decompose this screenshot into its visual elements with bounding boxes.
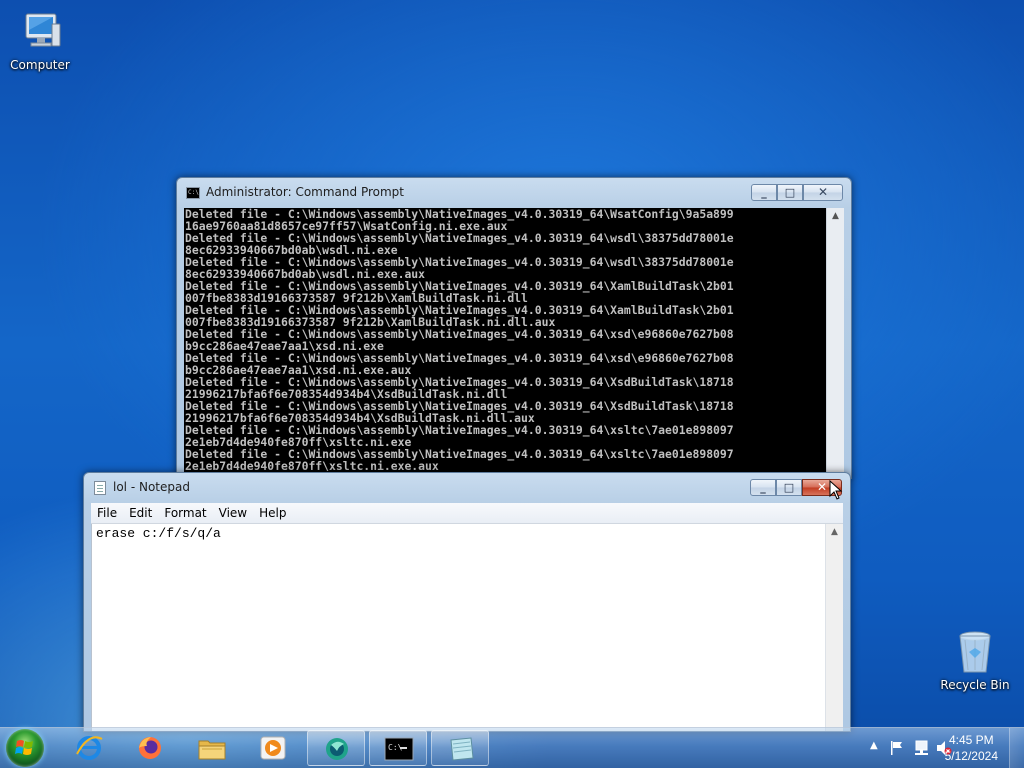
clock[interactable]: 4:45 PM 5/12/2024	[945, 732, 998, 764]
windows-logo-icon	[15, 740, 33, 755]
notepad-window[interactable]: lol - Notepad _ □ ✕ File Edit Format Vie…	[83, 472, 851, 732]
desktop-icon-label: Computer	[10, 58, 70, 72]
vertical-scrollbar[interactable]: ▲	[825, 524, 843, 731]
clock-date: 5/12/2024	[944, 749, 998, 763]
taskbar: C:\ ▲ 4:45 PM 5/12/2024	[0, 727, 1024, 768]
internet-explorer-icon	[76, 736, 103, 760]
caption-buttons: _ □ ✕	[751, 184, 843, 202]
notepad-icon	[450, 737, 474, 761]
app-icon	[326, 738, 348, 760]
close-button[interactable]: ✕	[803, 184, 843, 201]
desktop-icon-recycle-bin[interactable]: Recycle Bin	[937, 628, 1013, 692]
menu-format[interactable]: Format	[158, 506, 212, 520]
computer-icon	[16, 8, 64, 56]
minimize-button[interactable]: _	[751, 184, 777, 201]
menu-bar: File Edit Format View Help	[91, 503, 843, 524]
taskbar-media-player[interactable]	[244, 730, 302, 766]
show-desktop-button[interactable]	[1009, 728, 1024, 768]
taskbar-notepad[interactable]	[431, 730, 489, 766]
menu-file[interactable]: File	[91, 506, 123, 520]
taskbar-app[interactable]	[307, 730, 365, 766]
title-bar[interactable]: lol - Notepad _ □ ✕	[84, 473, 850, 503]
console-output[interactable]: Deleted file - C:\Windows\assembly\Nativ…	[184, 208, 827, 478]
scroll-up-arrow-icon[interactable]: ▲	[826, 524, 843, 540]
maximize-icon: □	[784, 186, 796, 199]
file-explorer-icon	[198, 740, 226, 760]
minimize-icon: _	[760, 481, 766, 494]
mouse-cursor-icon	[829, 480, 843, 500]
console-line: 2e1eb7d4de940fe870ff\xsltc.ni.exe.aux	[185, 459, 439, 473]
show-hidden-icons-icon[interactable]: ▲	[870, 740, 878, 751]
menu-help[interactable]: Help	[253, 506, 292, 520]
network-icon[interactable]	[914, 739, 930, 757]
window-title: lol - Notepad	[113, 480, 190, 494]
desktop-icon-computer[interactable]: Computer	[2, 8, 78, 72]
menu-view[interactable]: View	[213, 506, 253, 520]
taskbar-command-prompt[interactable]: C:\	[369, 730, 427, 766]
maximize-button[interactable]: □	[777, 184, 803, 201]
scroll-up-arrow-icon[interactable]: ▲	[827, 208, 844, 224]
media-player-icon	[260, 736, 286, 760]
maximize-button[interactable]: □	[776, 479, 802, 496]
taskbar-internet-explorer[interactable]	[60, 730, 118, 766]
firefox-icon	[139, 737, 161, 759]
start-button[interactable]	[6, 729, 44, 767]
taskbar-file-explorer[interactable]	[183, 730, 241, 766]
menu-edit[interactable]: Edit	[123, 506, 158, 520]
action-center-flag-icon[interactable]	[890, 740, 904, 756]
close-icon: ✕	[817, 185, 829, 199]
text-editor[interactable]: erase c:/f/s/q/a	[91, 524, 826, 731]
window-title: Administrator: Command Prompt	[206, 185, 404, 199]
taskbar-firefox[interactable]	[121, 730, 179, 766]
desktop-icon-label: Recycle Bin	[940, 678, 1010, 692]
notepad-icon	[94, 481, 106, 495]
clock-time: 4:45 PM	[948, 733, 994, 747]
title-bar[interactable]: C:\ Administrator: Command Prompt _ □ ✕	[177, 178, 851, 208]
command-prompt-icon: C:\	[384, 737, 414, 761]
editor-content[interactable]: erase c:/f/s/q/a	[92, 524, 826, 543]
minimize-icon: _	[761, 186, 767, 199]
vertical-scrollbar[interactable]: ▲	[826, 208, 844, 478]
recycle-bin-icon	[951, 628, 999, 676]
command-prompt-window[interactable]: C:\ Administrator: Command Prompt _ □ ✕ …	[176, 177, 852, 479]
system-tray: ▲ 4:45 PM 5/12/2024	[834, 728, 1024, 768]
minimize-button[interactable]: _	[750, 479, 776, 496]
command-prompt-icon: C:\	[186, 187, 200, 199]
maximize-icon: □	[783, 481, 795, 494]
